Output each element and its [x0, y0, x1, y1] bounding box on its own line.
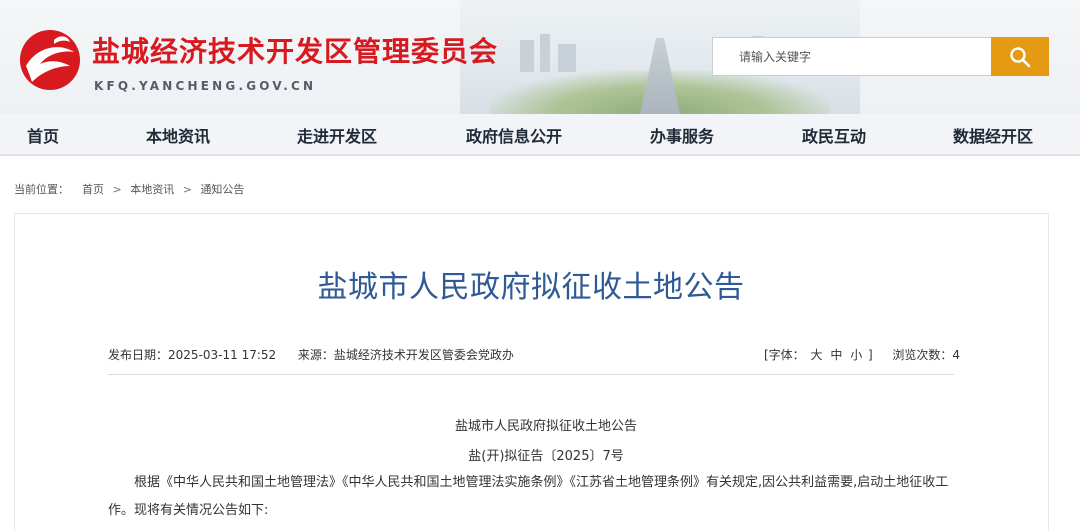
body-paragraph: 根据《中华人民共和国土地管理法》《中华人民共和国土地管理法实施条例》《江苏省土地… — [108, 475, 949, 518]
font-size-end: ] — [868, 348, 873, 362]
nav-item-services[interactable]: 办事服务 — [650, 123, 714, 147]
breadcrumb-local-news[interactable]: 本地资讯 — [130, 183, 174, 196]
search-bar — [712, 37, 1049, 76]
nav-item-data[interactable]: 数据经开区 — [953, 123, 1033, 147]
breadcrumb-home[interactable]: 首页 — [82, 183, 104, 196]
font-size-small[interactable]: 小 — [850, 348, 862, 362]
source-value: 盐城经济技术开发区管委会党政办 — [333, 348, 514, 362]
font-size-medium[interactable]: 中 — [830, 348, 842, 362]
swan-emblem-icon — [20, 30, 80, 90]
breadcrumb-notices[interactable]: 通知公告 — [200, 183, 244, 196]
site-domain: KFQ.YANCHENG.GOV.CN — [94, 79, 317, 93]
nav-item-local-news[interactable]: 本地资讯 — [146, 123, 210, 147]
document-number: 盐(开)拟征告〔2025〕7号 — [468, 449, 624, 464]
font-size-large[interactable]: 大 — [811, 348, 823, 362]
nav-item-gov-info[interactable]: 政府信息公开 — [466, 123, 562, 147]
nav-item-home[interactable]: 首页 — [27, 123, 59, 147]
view-count-label: 浏览次数： — [892, 348, 953, 362]
font-size-label: [字体： — [764, 348, 805, 362]
article-tools: [字体： 大 中 小 ] 浏览次数：4 — [764, 346, 960, 363]
site-logo[interactable] — [14, 26, 86, 92]
meta-divider — [108, 374, 954, 375]
article-title: 盐城市人民政府拟征收土地公告 — [317, 270, 745, 305]
view-count: 4 — [952, 348, 961, 362]
source-label: 来源： — [297, 348, 334, 362]
nav-item-interaction[interactable]: 政民互动 — [802, 123, 866, 147]
nav-item-about-zone[interactable]: 走进开发区 — [297, 123, 377, 147]
breadcrumb-separator: > — [182, 183, 192, 196]
search-input[interactable] — [712, 37, 992, 76]
publish-date: 2025-03-11 17:52 — [168, 348, 277, 362]
breadcrumb: 当前位置： 首页 > 本地资讯 > 通知公告 — [14, 181, 244, 197]
breadcrumb-prefix: 当前位置： — [14, 183, 69, 196]
site-header: 盐城经济技术开发区管理委员会 KFQ.YANCHENG.GOV.CN — [0, 0, 1080, 114]
article-meta: 发布日期：2025-03-11 17:52 来源：盐城经济技术开发区管委会党政办 — [108, 346, 514, 363]
search-icon — [1010, 46, 1031, 67]
search-button[interactable] — [991, 37, 1049, 76]
main-nav: 首页 本地资讯 走进开发区 政府信息公开 办事服务 政民互动 数据经开区 — [0, 114, 1080, 156]
body-heading: 盐城市人民政府拟征收土地公告 — [454, 419, 637, 434]
site-title: 盐城经济技术开发区管理委员会 — [92, 35, 499, 68]
publish-date-label: 发布日期： — [108, 348, 169, 362]
breadcrumb-separator: > — [112, 183, 122, 196]
